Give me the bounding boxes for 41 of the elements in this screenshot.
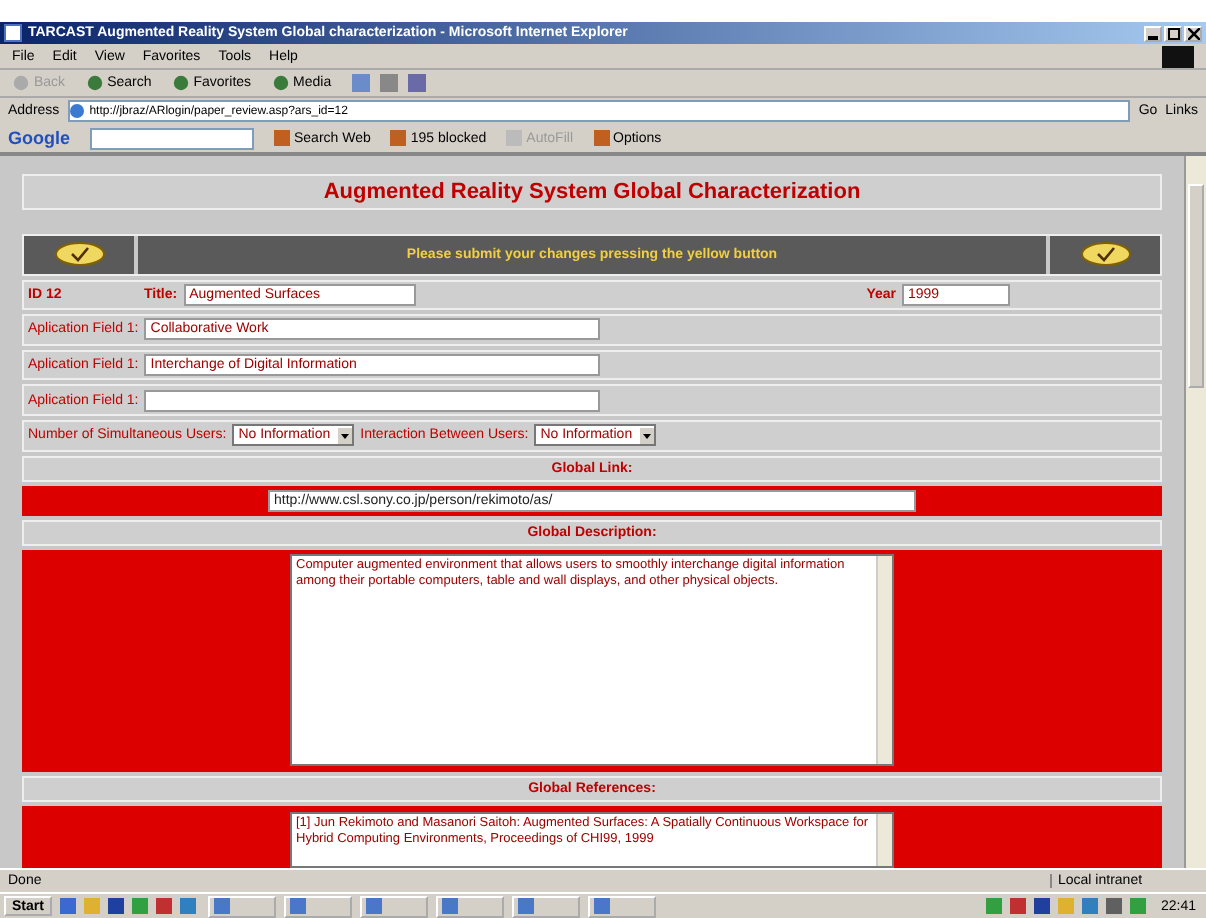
dropdown-arrow-icon: [338, 427, 353, 444]
check-icon: [1079, 242, 1131, 267]
scrollbar[interactable]: [876, 813, 892, 866]
app-icon: [517, 898, 534, 914]
toolbar-icon: [171, 74, 190, 92]
maximize-button[interactable]: [1164, 25, 1182, 41]
toolbar-icons-drawing: [351, 74, 432, 92]
taskbar-button[interactable]: [283, 895, 352, 917]
toolbar-icon: [390, 130, 407, 146]
dropdown-arrow-icon: [640, 427, 655, 444]
taskbar-button[interactable]: [207, 895, 276, 917]
submit-button[interactable]: [1050, 236, 1160, 274]
scrollbar[interactable]: [1184, 156, 1206, 868]
maximize-icon: [1167, 27, 1179, 39]
submit-button[interactable]: [24, 236, 134, 274]
toolbar-icon: [506, 130, 523, 146]
browser-icon: [4, 24, 22, 42]
toolbar-icon: [271, 74, 290, 92]
scrollbar[interactable]: [876, 556, 892, 765]
taskbar-button[interactable]: [511, 895, 580, 917]
check-icon: [53, 242, 105, 267]
google-logo: Google: [8, 128, 70, 148]
minimize-button[interactable]: [1144, 25, 1162, 41]
quick-launch-icons-drawing: [59, 897, 200, 915]
taskbar-button[interactable]: [359, 895, 428, 917]
toolbar-icon: [593, 130, 609, 146]
taskbar-button[interactable]: [587, 895, 656, 917]
app-icon: [289, 898, 306, 914]
search-field[interactable]: [90, 127, 254, 149]
app-icon: [213, 898, 230, 914]
close-button[interactable]: [1184, 25, 1202, 41]
toolbar-icon: [85, 74, 104, 92]
app-icon: [365, 898, 382, 914]
input-field[interactable]: [144, 389, 601, 412]
app-icon: [593, 898, 610, 914]
taskbar-button[interactable]: [435, 895, 504, 917]
app-icon: [441, 898, 458, 914]
close-icon: [1187, 27, 1199, 39]
page-heading: Augmented Reality System Global Characterization: [22, 174, 1162, 210]
toolbar-icon: [274, 130, 290, 146]
toolbar-icon: [12, 74, 30, 92]
